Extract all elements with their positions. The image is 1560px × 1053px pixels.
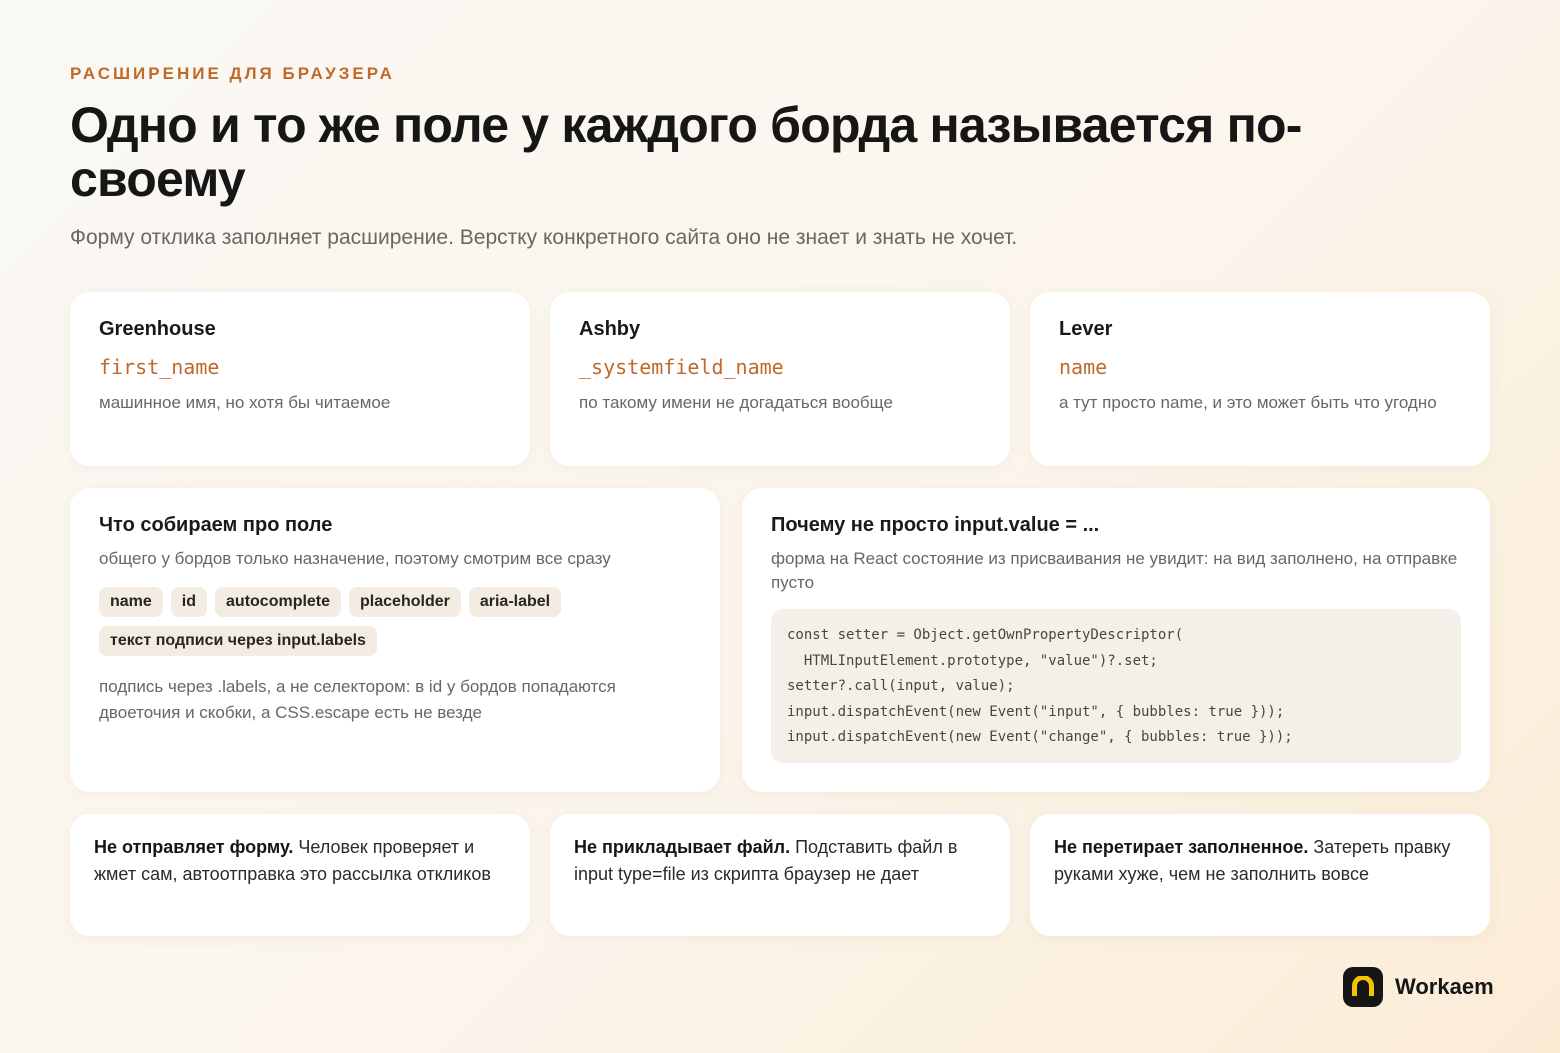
code-line: input.dispatchEvent(new Event("change", … [787, 729, 1293, 745]
field-name-code: name [1059, 355, 1108, 379]
collect-subtitle: общего у бордов только назначение, поэто… [99, 549, 611, 568]
brand-logo: Workaem [1343, 967, 1494, 1007]
code-line: HTMLInputElement.prototype, "value")?.se… [787, 652, 1158, 669]
code-line: const setter = Object.getOwnPropertyDesc… [787, 627, 1184, 643]
collect-title: Что собираем про поле [99, 514, 333, 536]
code-snippet: const setter = Object.getOwnPropertyDesc… [771, 609, 1461, 763]
field-note: по такому имени не догадаться вообще [579, 393, 893, 412]
collect-card: Что собираем про поле общего у бордов то… [70, 488, 720, 792]
page-subtitle: Форму отклика заполняет расширение. Верс… [70, 226, 1018, 249]
attribute-chips: name id autocomplete placeholder aria-la… [99, 587, 639, 656]
attribute-chip: autocomplete [215, 587, 342, 617]
note-text: Не отправляет форму. Человек проверяет и… [94, 834, 506, 888]
field-note: машинное имя, но хотя бы читаемое [99, 393, 391, 412]
page-title: Одно и то же поле у каждого борда называ… [70, 97, 1302, 207]
note-card-no-overwrite: Не перетирает заполненное. Затереть прав… [1030, 814, 1490, 936]
board-name: Lever [1059, 318, 1113, 340]
note-card-no-submit: Не отправляет форму. Человек проверяет и… [70, 814, 530, 936]
note-bold: Не перетирает заполненное. [1054, 837, 1309, 857]
code-line: setter?.call(input, value); [787, 678, 1015, 694]
note-card-no-file: Не прикладывает файл. Подставить файл в … [550, 814, 1010, 936]
code-line: input.dispatchEvent(new Event("input", {… [787, 703, 1285, 720]
board-card-ashby: Ashby _systemfield_name по такому имени … [550, 292, 1010, 466]
arch-icon [1343, 967, 1383, 1007]
eyebrow-label: РАСШИРЕНИЕ ДЛЯ БРАУЗЕРА [70, 64, 395, 83]
note-text: Не перетирает заполненное. Затереть прав… [1054, 834, 1466, 888]
why-title: Почему не просто input.value = ... [771, 514, 1100, 536]
field-note: а тут просто name, и это может быть что … [1059, 393, 1437, 412]
attribute-chip: id [170, 587, 208, 617]
field-name-code: first_name [99, 355, 220, 379]
board-card-greenhouse: Greenhouse first_name машинное имя, но х… [70, 292, 530, 466]
attribute-chip: name [99, 587, 163, 617]
note-text: Не прикладывает файл. Подставить файл в … [574, 834, 986, 888]
board-card-lever: Lever name а тут просто name, и это може… [1030, 292, 1490, 466]
why-subtitle: форма на React состояние из присваивания… [771, 549, 1458, 592]
collect-note: подпись через .labels, а не селектором: … [99, 677, 616, 722]
attribute-chip: текст подписи через input.labels [99, 626, 377, 656]
note-bold: Не прикладывает файл. [574, 837, 791, 857]
why-card: Почему не просто input.value = ... форма… [742, 488, 1490, 792]
attribute-chip: placeholder [349, 587, 461, 617]
note-bold: Не отправляет форму. [94, 837, 294, 857]
board-name: Greenhouse [99, 318, 216, 340]
brand-name: Workaem [1395, 974, 1494, 999]
field-name-code: _systemfield_name [579, 355, 784, 379]
board-name: Ashby [579, 318, 641, 340]
attribute-chip: aria-label [468, 587, 562, 617]
